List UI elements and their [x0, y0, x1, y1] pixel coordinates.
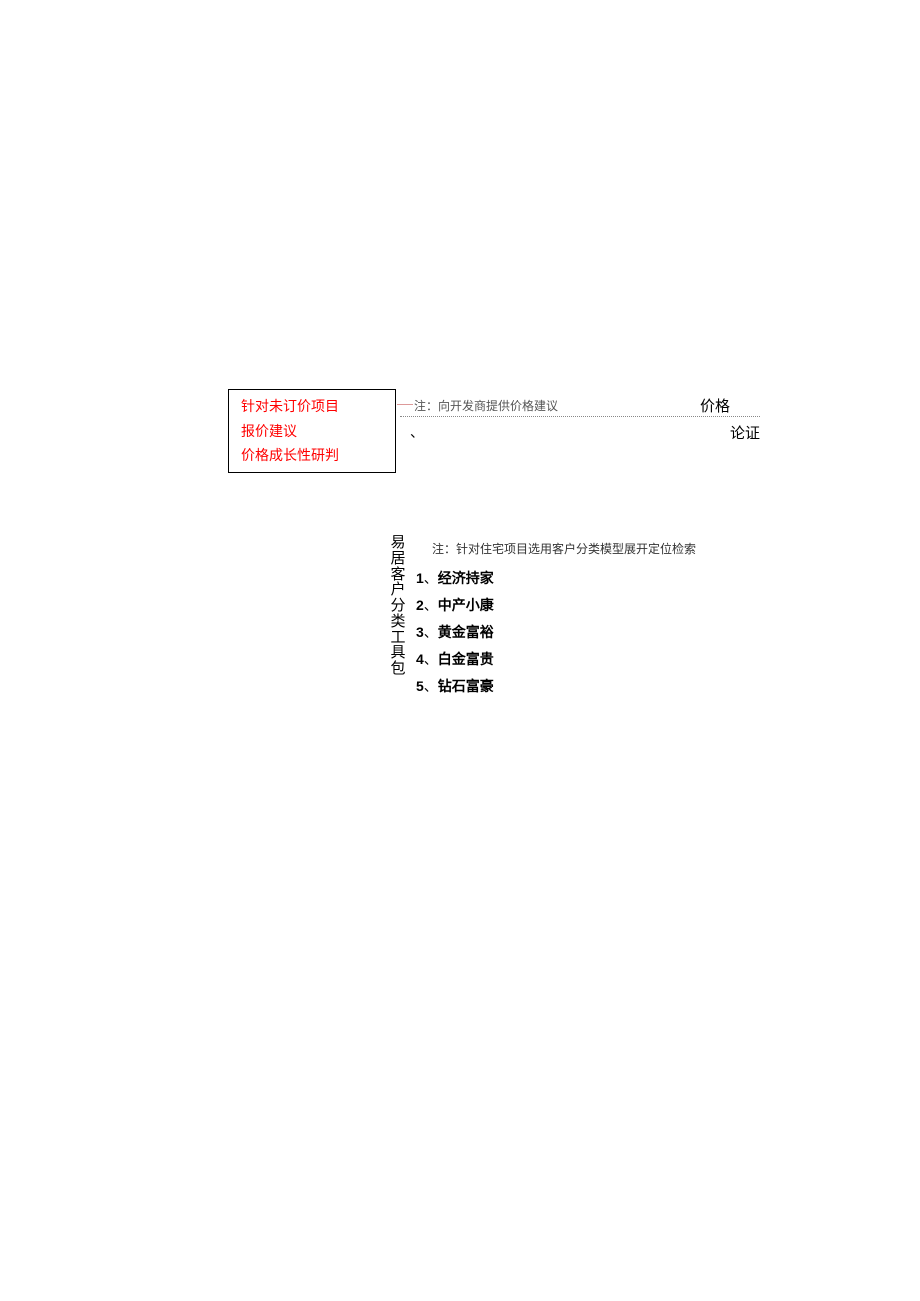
- list-item-sep: 、: [424, 626, 438, 641]
- vertical-title: 易居客户分类工具包: [390, 536, 406, 678]
- list-item: 4、白金富贵: [416, 647, 494, 674]
- list-item-sep: 、: [424, 653, 438, 668]
- list-item-number: 2: [416, 597, 424, 613]
- list-item-sep: 、: [424, 572, 438, 587]
- list-item-text: 经济持家: [438, 572, 494, 587]
- list-item-text: 中产小康: [438, 599, 494, 614]
- list-item-text: 白金富贵: [438, 653, 494, 668]
- box-line-1: 针对未订价项目: [241, 396, 383, 421]
- list-item-number: 1: [416, 570, 424, 586]
- list-item: 5、钻石富豪: [416, 674, 494, 701]
- customer-category-list: 1、经济持家 2、中产小康 3、黄金富裕 4、白金富贵 5、钻石富豪: [416, 566, 494, 700]
- lunzheng-label: 论证: [730, 422, 760, 443]
- list-item-number: 4: [416, 651, 424, 667]
- red-text-box: 针对未订价项目 报价建议 价格成长性研判: [228, 389, 396, 473]
- price-label: 价格: [700, 395, 730, 416]
- list-item-number: 5: [416, 678, 424, 694]
- list-item-text: 钻石富豪: [438, 680, 494, 695]
- connector-line: [397, 404, 413, 405]
- list-item-sep: 、: [424, 599, 438, 614]
- note-customer-model: 注：针对住宅项目选用客户分类模型展开定位检索: [432, 540, 696, 557]
- box-line-2: 报价建议: [241, 421, 383, 446]
- separator-dot: 、: [410, 422, 424, 442]
- box-line-3: 价格成长性研判: [241, 445, 383, 470]
- list-item: 1、经济持家: [416, 566, 494, 593]
- list-item-sep: 、: [424, 680, 438, 695]
- horizontal-divider: [400, 416, 760, 417]
- note-developer-price: 注：向开发商提供价格建议: [414, 397, 558, 414]
- list-item: 3、黄金富裕: [416, 620, 494, 647]
- list-item: 2、中产小康: [416, 593, 494, 620]
- list-item-text: 黄金富裕: [438, 626, 494, 641]
- list-item-number: 3: [416, 624, 424, 640]
